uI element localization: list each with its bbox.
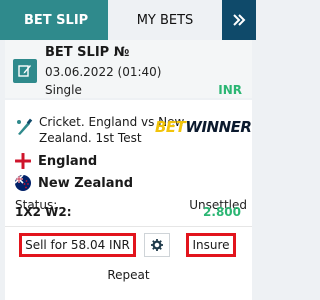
tab-bar: BET SLIP MY BETS xyxy=(0,0,256,40)
team-name: New Zealand xyxy=(38,175,134,191)
repeat-button[interactable]: Repeat xyxy=(5,261,252,289)
event-row: Cricket. England vs New Zealand. 1st Tes… xyxy=(15,114,252,148)
tab-my-bets[interactable]: MY BETS xyxy=(108,0,222,40)
odds-value: 2.800 xyxy=(203,205,241,219)
bet-slip-header: BET SLIP № 03.06.2022 (01:40) Single INR xyxy=(5,40,252,98)
sell-button[interactable]: Sell for 58.04 INR xyxy=(19,233,136,257)
cricket-bat-icon xyxy=(15,118,33,140)
gear-icon xyxy=(151,236,163,255)
brand-logo: BETWINNER xyxy=(155,118,252,136)
new-zealand-flag-icon xyxy=(15,175,31,191)
brand-logo-bet: BET xyxy=(155,118,186,136)
insure-button[interactable]: Insure xyxy=(186,233,236,257)
settings-button[interactable] xyxy=(144,233,170,257)
odds-row: 1X2 W2: 2.800 xyxy=(15,205,241,221)
bet-slip-title: BET SLIP № xyxy=(45,45,130,60)
edit-button[interactable] xyxy=(13,59,37,83)
tab-bet-slip[interactable]: BET SLIP xyxy=(0,0,108,40)
edit-icon xyxy=(18,62,32,81)
team-row: England xyxy=(15,152,250,170)
currency-label: INR xyxy=(218,83,242,97)
team-row: New Zealand xyxy=(15,174,250,192)
england-flag-icon xyxy=(15,153,31,169)
bet-type: Single xyxy=(45,83,82,97)
team-name: England xyxy=(38,153,98,169)
tab-my-bets-label: MY BETS xyxy=(136,12,194,28)
brand-logo-winner: WINNER xyxy=(185,118,252,136)
bet-date: 03.06.2022 (01:40) xyxy=(45,65,162,79)
bet-actions: Sell for 58.04 INR Insure Repeat xyxy=(5,226,252,300)
double-chevron-right-icon[interactable] xyxy=(222,0,256,40)
sell-button-label: Sell for 58.04 INR xyxy=(25,238,130,252)
odds-label: 1X2 W2: xyxy=(15,205,72,219)
tab-bet-slip-label: BET SLIP xyxy=(24,12,89,28)
insure-button-label: Insure xyxy=(192,238,230,252)
repeat-button-label: Repeat xyxy=(107,268,150,282)
